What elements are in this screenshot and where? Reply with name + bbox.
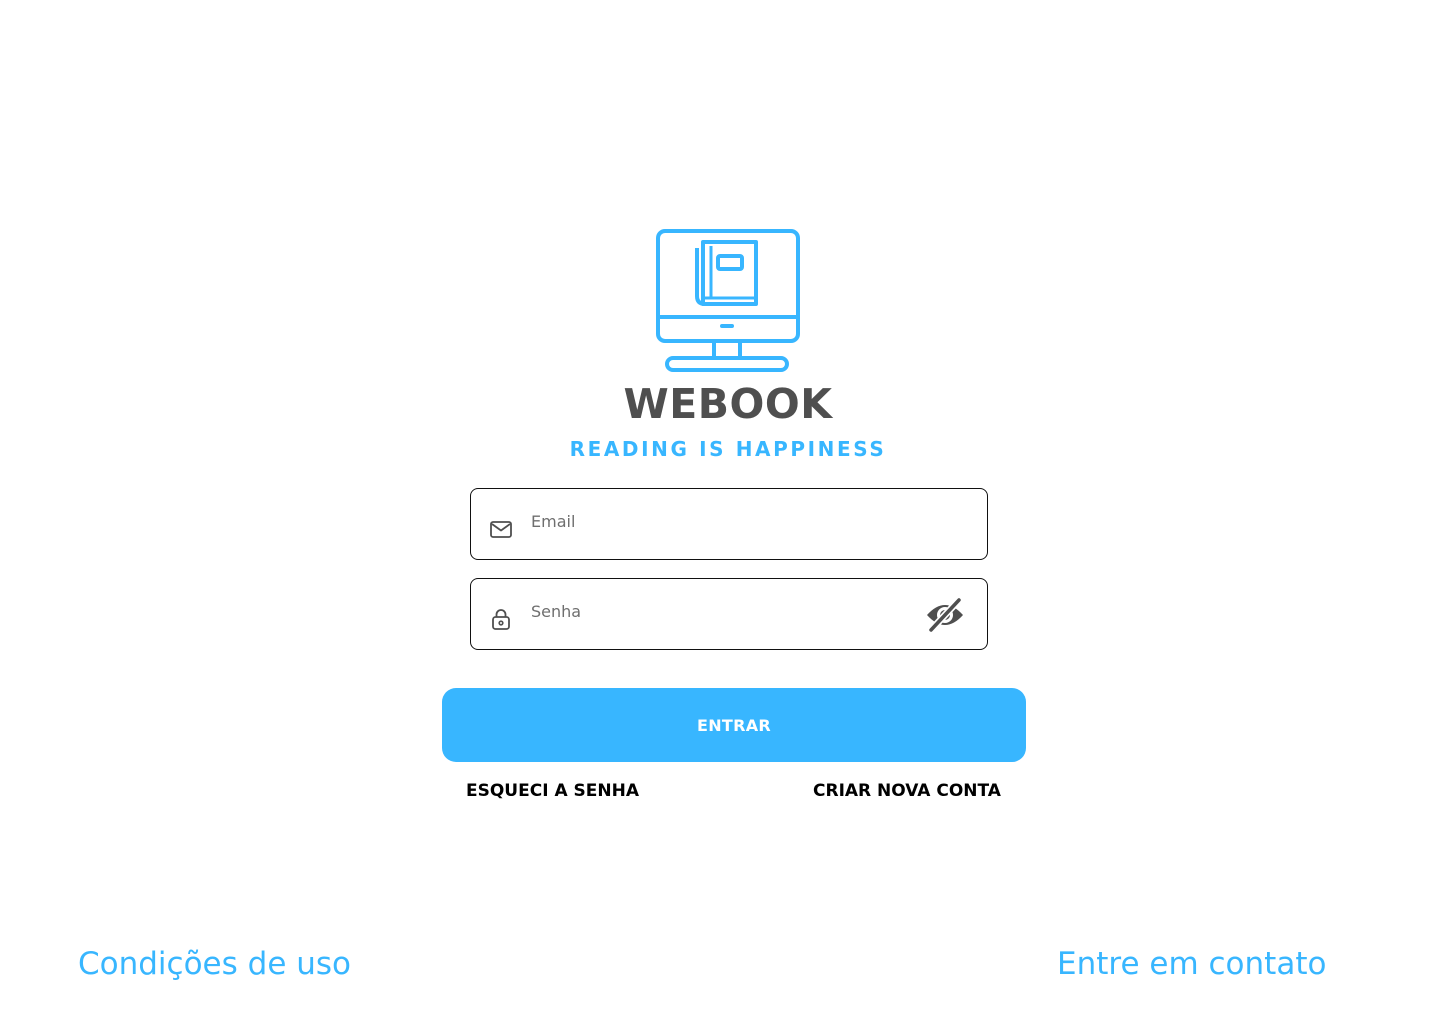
password-field[interactable] bbox=[470, 578, 988, 650]
brand-tagline: READING IS HAPPINESS bbox=[569, 437, 887, 461]
brand-logo: WEBOOK READING IS HAPPINESS bbox=[565, 228, 891, 464]
create-account-link[interactable]: CRIAR NOVA CONTA bbox=[813, 779, 1001, 803]
eye-off-icon[interactable] bbox=[925, 597, 965, 633]
contact-link[interactable]: Entre em contato bbox=[1057, 944, 1326, 984]
login-button[interactable]: ENTRAR bbox=[442, 688, 1026, 762]
lock-icon bbox=[492, 609, 510, 630]
brand-name: WEBOOK bbox=[623, 380, 833, 428]
email-input[interactable] bbox=[531, 507, 911, 535]
terms-of-use-link[interactable]: Condições de uso bbox=[78, 944, 351, 984]
email-field[interactable] bbox=[470, 488, 988, 560]
monitor-book-icon bbox=[656, 229, 800, 372]
mail-icon bbox=[490, 521, 512, 538]
password-input[interactable] bbox=[531, 597, 911, 625]
forgot-password-link[interactable]: ESQUECI A SENHA bbox=[466, 779, 639, 803]
